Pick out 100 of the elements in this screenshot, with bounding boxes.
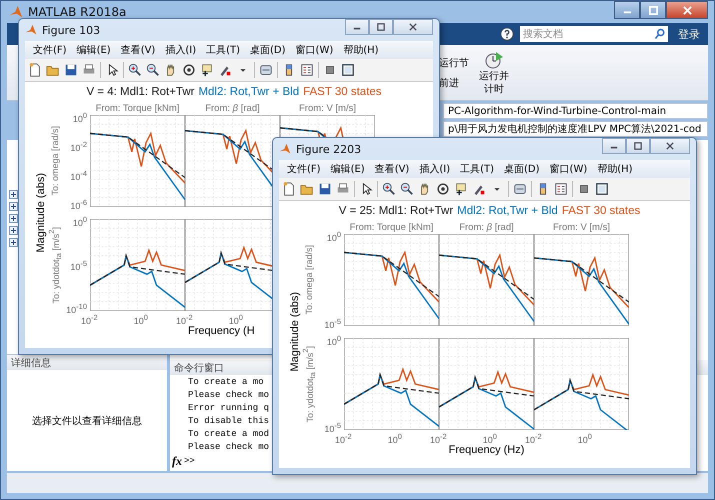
- minimize-button[interactable]: [614, 1, 640, 19]
- show-tools-icon[interactable]: [341, 63, 355, 77]
- y-tick-label: 10$^{-6}$: [70, 197, 87, 212]
- maximize-icon: [648, 6, 658, 14]
- y-tick-label: 10$^{0}$: [72, 214, 87, 229]
- y-tick-label: 10$^{-5}$: [70, 258, 87, 272]
- menu-item[interactable]: 窗口(W): [292, 43, 338, 57]
- open-folder-icon[interactable]: [300, 182, 314, 196]
- command-output-line: To disable this: [188, 415, 270, 428]
- run-and-time-button[interactable]: 运行并 计时: [477, 50, 511, 96]
- minimize-button[interactable]: [345, 19, 369, 35]
- close-button[interactable]: [393, 19, 433, 35]
- save-icon[interactable]: [64, 63, 78, 77]
- x-axis-label: Frequency (H: [188, 325, 255, 339]
- matlab-logo-icon: [25, 24, 37, 36]
- y-tick-label: 10$^{-2}$: [70, 139, 87, 154]
- menu-item[interactable]: 查看(V): [370, 162, 414, 176]
- minimize-button[interactable]: [602, 138, 626, 154]
- zoom-in-icon[interactable]: [382, 182, 396, 196]
- expand-icon[interactable]: [9, 226, 18, 235]
- expand-icon[interactable]: [9, 202, 18, 211]
- command-output-line: Please check mo: [188, 389, 270, 402]
- y-tick-label: 10$^{0}$: [326, 333, 341, 348]
- new-file-icon[interactable]: [28, 63, 42, 77]
- maximize-button[interactable]: [369, 19, 393, 35]
- menu-item[interactable]: 文件(F): [29, 43, 71, 57]
- close-button[interactable]: [650, 138, 690, 154]
- data-cursor-icon[interactable]: [454, 182, 468, 196]
- toolstrip-button[interactable]: 前进: [439, 76, 469, 90]
- maximize-icon: [634, 142, 642, 150]
- search-icon: [652, 26, 668, 42]
- y-tick-label: 10$^{0}$: [72, 110, 87, 125]
- x-tick-label: 10$^{0}$: [388, 431, 402, 444]
- maximize-button[interactable]: [640, 1, 666, 19]
- panel-title: 详细信息: [7, 355, 167, 370]
- menu-item[interactable]: 查看(V): [116, 43, 160, 57]
- matlab-logo-icon: [279, 143, 291, 155]
- close-button[interactable]: [666, 1, 708, 19]
- function-browser-icon[interactable]: fx: [172, 454, 182, 469]
- hide-tools-icon[interactable]: [323, 63, 337, 77]
- close-icon: [409, 23, 417, 31]
- menu-item[interactable]: 插入(I): [161, 43, 200, 57]
- open-folder-icon[interactable]: [46, 63, 60, 77]
- menu-item[interactable]: 编辑(E): [72, 43, 115, 57]
- row-label: To: omega [rad/s]: [50, 126, 60, 196]
- expand-icon[interactable]: [9, 190, 18, 199]
- x-tick-label: 10$^{0}$: [482, 431, 497, 444]
- new-file-icon[interactable]: [282, 182, 296, 196]
- data-cursor-icon[interactable]: [200, 63, 214, 77]
- menu-item[interactable]: 文件(F): [283, 162, 325, 176]
- login-button[interactable]: 登录: [674, 26, 704, 42]
- window-title: Figure 2203: [296, 142, 362, 156]
- close-icon: [682, 6, 692, 14]
- x-tick-label: 10$^{0}$: [228, 312, 243, 325]
- maximize-button[interactable]: [626, 138, 650, 154]
- command-output-line: Please check mo: [188, 441, 270, 454]
- command-output-line: Error running q: [188, 402, 270, 415]
- x-tick-label: 10$^{0}$: [578, 431, 592, 444]
- x-tick-label: 10$^{-2}$: [430, 431, 447, 444]
- menu-item[interactable]: 帮助(H): [339, 43, 383, 57]
- current-folder-bar[interactable]: p\用于风力发电机控制的速度准LPV MPC算法\2021-cod: [443, 121, 708, 137]
- column-title: From: β [rad]: [458, 222, 515, 232]
- column-title: From: V [m/s]: [298, 102, 357, 114]
- stopwatch-icon: [484, 50, 504, 70]
- expand-icon[interactable]: [9, 238, 18, 247]
- hide-tools-icon[interactable]: [577, 182, 591, 196]
- column-title: From: Torque [kNm]: [94, 102, 180, 114]
- x-tick-label: 10$^{-2}$: [525, 431, 542, 444]
- legend-icon[interactable]: [554, 182, 568, 196]
- maximize-icon: [377, 23, 385, 31]
- search-field[interactable]: 搜索文档: [520, 26, 652, 42]
- address-bar[interactable]: PC-Algorithm-for-Wind-Turbine-Control-main: [443, 103, 708, 119]
- menu-item[interactable]: 窗口(W): [546, 162, 592, 176]
- menu-item[interactable]: 工具(T): [202, 43, 244, 57]
- zoom-out-icon[interactable]: [400, 182, 414, 196]
- zoom-out-icon[interactable]: [146, 63, 160, 77]
- column-title: From: β [rad]: [204, 102, 261, 114]
- menu-item[interactable]: 插入(I): [415, 162, 454, 176]
- menu-item[interactable]: 帮助(H): [593, 162, 637, 176]
- y-tick-label: 10$^{-5}$: [324, 316, 341, 331]
- x-tick-label: 10$^{0}$: [134, 312, 148, 325]
- save-icon[interactable]: [318, 182, 332, 196]
- y-tick-label: 10$^{0}$: [326, 229, 341, 244]
- menu-item[interactable]: 桌面(D): [246, 43, 290, 57]
- help-icon[interactable]: [500, 27, 514, 41]
- window-title: Figure 103: [42, 24, 100, 36]
- command-prompt[interactable]: >>: [184, 455, 195, 468]
- menu-item[interactable]: 桌面(D): [500, 162, 544, 176]
- x-tick-label: 10$^{-2}$: [176, 312, 193, 325]
- plot-title: V = 4: Mdl1: Rot+Twr Mdl2: Rot,Twr + Bld FAST 30 states: [85, 86, 383, 100]
- menu-item[interactable]: 编辑(E): [326, 162, 369, 176]
- menu-item[interactable]: 工具(T): [456, 162, 498, 176]
- details-message: 选择文件以查看详细信息: [31, 414, 143, 428]
- zoom-in-icon[interactable]: [128, 63, 142, 77]
- legend-icon[interactable]: [300, 63, 314, 77]
- column-title: From: V [m/s]: [552, 222, 611, 232]
- expand-icon[interactable]: [9, 214, 18, 223]
- toolstrip-button[interactable]: 运行节: [439, 56, 469, 70]
- show-tools-icon[interactable]: [595, 182, 609, 196]
- command-output-line: To create a mo: [188, 376, 264, 389]
